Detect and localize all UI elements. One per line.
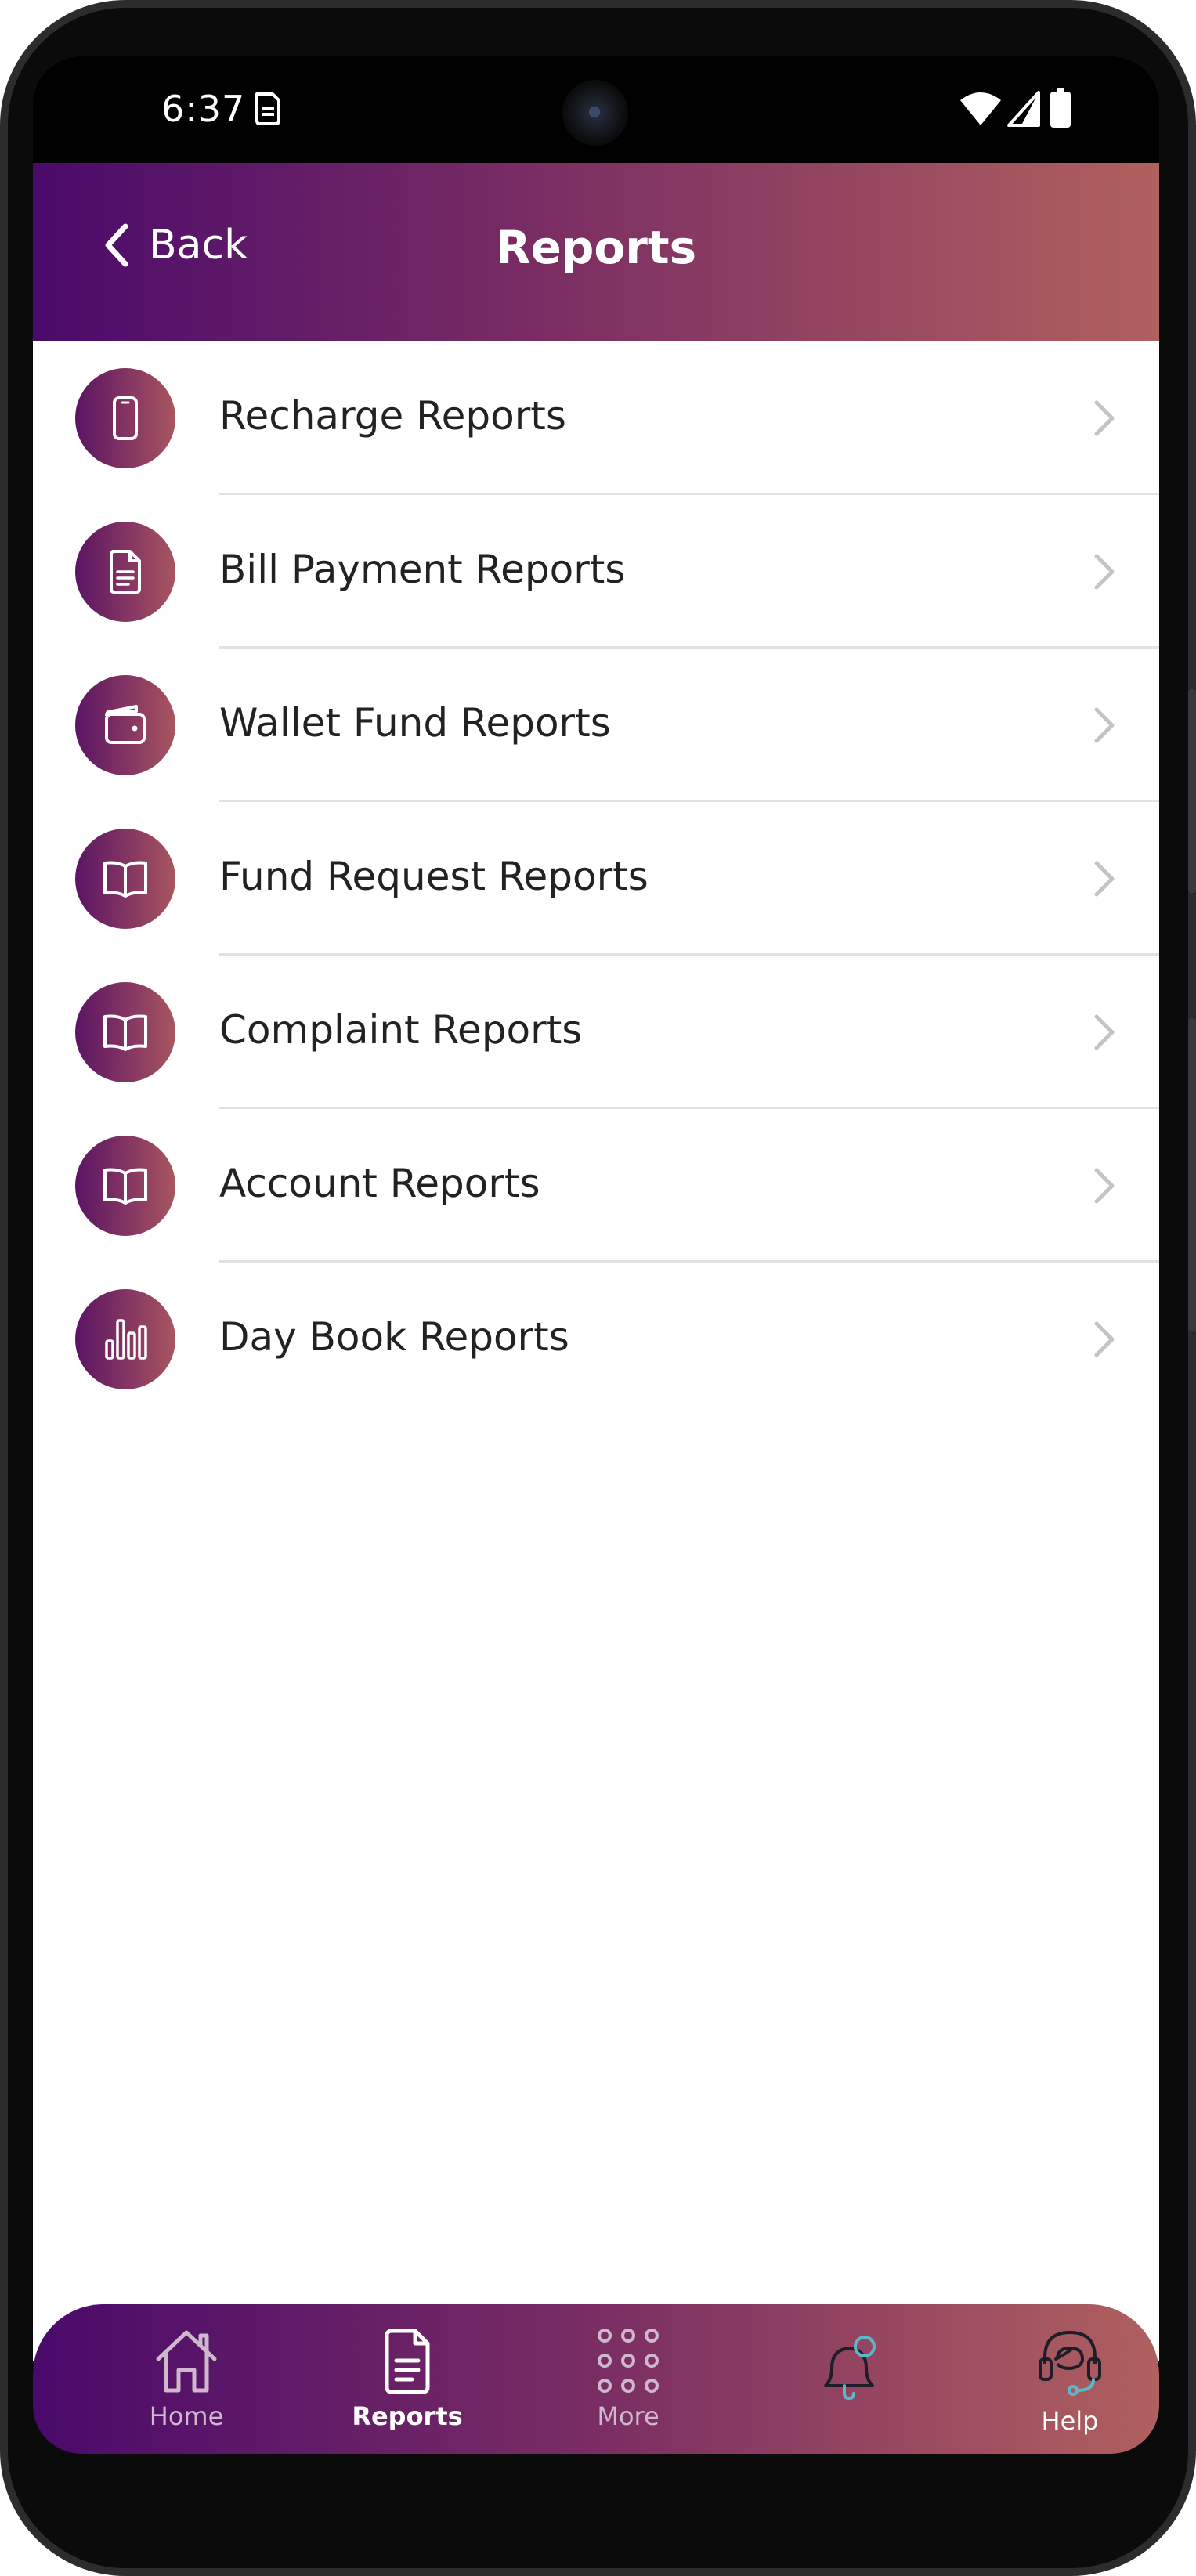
nav-label-more: More bbox=[597, 2401, 659, 2431]
home-icon bbox=[156, 2330, 217, 2393]
chevron-right-icon bbox=[1094, 1014, 1115, 1050]
report-icon-badge bbox=[75, 1289, 175, 1389]
report-item-account[interactable]: Account Reports bbox=[33, 1109, 1159, 1263]
nav-reports[interactable]: Reports bbox=[337, 2304, 478, 2454]
grid-dots-icon bbox=[598, 2329, 659, 2393]
report-item-label: Recharge Reports bbox=[219, 393, 566, 439]
front-camera bbox=[562, 80, 628, 146]
book-open-icon bbox=[103, 1014, 147, 1051]
notification-bell-icon bbox=[824, 2336, 876, 2401]
report-item-label: Bill Payment Reports bbox=[219, 547, 626, 592]
report-item-wallet-fund[interactable]: Wallet Fund Reports bbox=[33, 649, 1159, 802]
report-item-label: Wallet Fund Reports bbox=[219, 700, 611, 746]
report-item-label: Day Book Reports bbox=[219, 1314, 569, 1360]
signal-icon bbox=[1007, 91, 1040, 127]
report-item-fund-request[interactable]: Fund Request Reports bbox=[33, 802, 1159, 956]
phone-screen: 6:37 Back Reports Recharge Reports Bill … bbox=[33, 56, 1159, 2454]
bottom-navigation: Home Reports More Help bbox=[33, 2304, 1159, 2454]
status-time: 6:37 bbox=[161, 88, 246, 130]
chevron-right-icon bbox=[1094, 1168, 1115, 1204]
nav-notifications[interactable] bbox=[779, 2304, 920, 2454]
report-icon-badge bbox=[75, 522, 175, 622]
nav-label-reports: Reports bbox=[352, 2401, 463, 2431]
chevron-right-icon bbox=[1094, 1321, 1115, 1357]
report-item-bill-payment[interactable]: Bill Payment Reports bbox=[33, 495, 1159, 649]
reports-list: Recharge Reports Bill Payment Reports Wa… bbox=[33, 341, 1159, 1416]
phone-volume-button bbox=[1188, 1018, 1196, 1331]
sim-card-icon bbox=[255, 92, 280, 125]
report-icon-badge bbox=[75, 368, 175, 468]
wallet-icon bbox=[105, 705, 146, 744]
nav-label-help: Help bbox=[1041, 2406, 1099, 2436]
phone-power-button bbox=[1188, 689, 1196, 893]
report-item-complaint[interactable]: Complaint Reports bbox=[33, 956, 1159, 1109]
chevron-right-icon bbox=[1094, 707, 1115, 743]
chevron-right-icon bbox=[1094, 861, 1115, 897]
reports-content: Recharge Reports Bill Payment Reports Wa… bbox=[33, 341, 1159, 2361]
app-header: Back Reports bbox=[33, 163, 1159, 341]
nav-more[interactable]: More bbox=[558, 2304, 699, 2454]
nav-help[interactable]: Help bbox=[999, 2304, 1140, 2454]
nav-home[interactable]: Home bbox=[116, 2304, 257, 2454]
report-item-label: Fund Request Reports bbox=[219, 854, 649, 899]
nav-label-home: Home bbox=[149, 2401, 224, 2431]
status-bar: 6:37 bbox=[33, 56, 1159, 163]
report-icon-badge bbox=[75, 829, 175, 929]
document-icon bbox=[110, 550, 141, 594]
page-title: Reports bbox=[495, 221, 697, 274]
headset-support-icon bbox=[1039, 2330, 1101, 2396]
book-open-icon bbox=[103, 861, 147, 898]
wifi-icon bbox=[960, 92, 1001, 125]
report-item-recharge[interactable]: Recharge Reports bbox=[33, 341, 1159, 495]
report-item-label: Complaint Reports bbox=[219, 1007, 583, 1053]
bar-chart-icon bbox=[105, 1319, 147, 1360]
chevron-right-icon bbox=[1094, 400, 1115, 436]
report-icon-badge bbox=[75, 675, 175, 775]
report-item-day-book[interactable]: Day Book Reports bbox=[33, 1263, 1159, 1416]
report-item-label: Account Reports bbox=[219, 1161, 540, 1206]
reports-document-icon bbox=[385, 2329, 430, 2394]
report-icon-badge bbox=[75, 1136, 175, 1236]
report-icon-badge bbox=[75, 982, 175, 1082]
book-open-icon bbox=[103, 1168, 147, 1205]
chevron-right-icon bbox=[1094, 554, 1115, 590]
battery-icon bbox=[1050, 88, 1071, 128]
smartphone-icon bbox=[113, 396, 138, 440]
